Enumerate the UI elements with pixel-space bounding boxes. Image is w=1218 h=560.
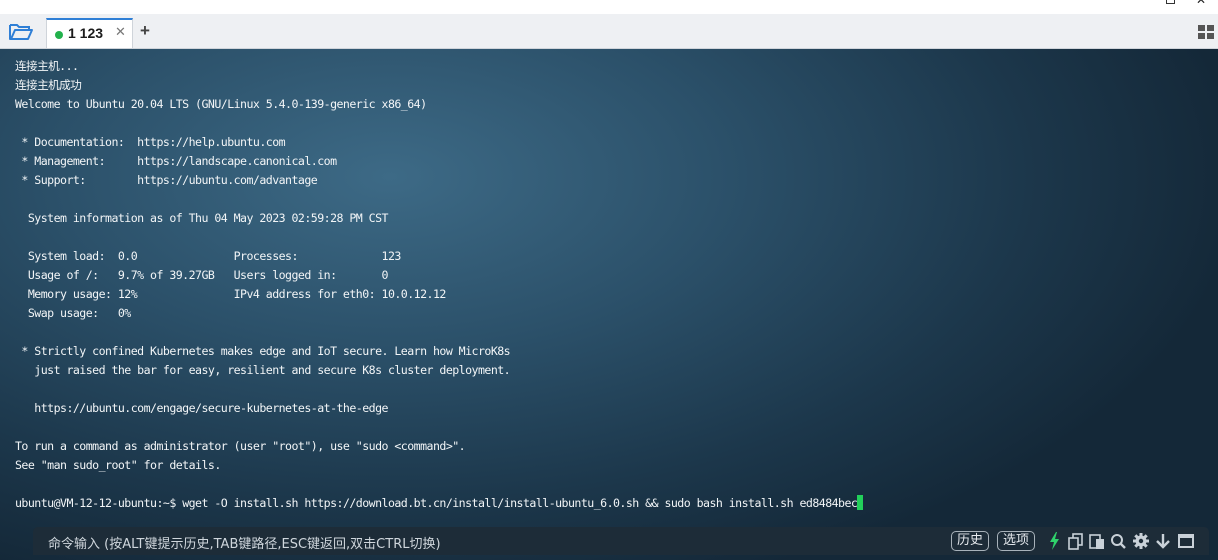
terminal-line: Usage of /: 9.7% of 39.27GB Users logged… — [15, 268, 389, 282]
terminal-line: * Management: https://landscape.canonica… — [15, 154, 337, 168]
close-icon[interactable]: ✕ — [115, 25, 126, 40]
terminal-line: * Documentation: https://help.ubuntu.com — [15, 135, 286, 149]
command-input[interactable]: 命令输入 (按ALT键提示历史,TAB键路径,ESC键返回,双击CTRL切换) — [48, 533, 441, 552]
connection-status-dot — [55, 31, 63, 39]
paste-icon[interactable] — [1087, 530, 1107, 552]
options-button[interactable]: 选项 — [997, 531, 1036, 551]
terminal-line: https://ubuntu.com/engage/secure-kuberne… — [15, 401, 388, 415]
terminal-line: System information as of Thu 04 May 2023… — [15, 211, 389, 225]
maximize-icon[interactable] — [1176, 530, 1196, 552]
terminal-line: See "man sudo_root" for details. — [15, 458, 221, 472]
typed-command: wget -O install.sh https://download.bt.c… — [182, 496, 858, 510]
search-icon[interactable] — [1109, 530, 1129, 552]
tab-bar: 1 123 ✕ + — [0, 14, 1218, 49]
tab-label: 1 123 — [68, 25, 104, 41]
terminal-area[interactable]: 连接主机... 连接主机成功 Welcome to Ubuntu 20.04 LTS… — [0, 49, 1218, 560]
arrow-down-icon[interactable] — [1153, 530, 1173, 552]
terminal-line: * Strictly confined Kubernetes makes edg… — [15, 344, 511, 358]
copy-icon[interactable] — [1066, 530, 1086, 552]
terminal-line: System load: 0.0 Processes: 123 — [15, 249, 402, 263]
window-close-icon[interactable]: ✕ — [1196, 0, 1206, 6]
terminal-line: * Support: https://ubuntu.com/advantage — [15, 173, 318, 187]
history-button[interactable]: 历史 — [951, 531, 990, 551]
tab-session[interactable]: 1 123 ✕ — [46, 18, 133, 48]
terminal-line: just raised the bar for easy, resilient … — [15, 363, 511, 377]
terminal-line: Swap usage: 0% — [15, 306, 131, 320]
shell-prompt: ubuntu@VM-12-12-ubuntu:~$ — [15, 496, 183, 510]
plus-icon[interactable]: + — [140, 21, 150, 41]
command-input-bar[interactable]: 命令输入 (按ALT键提示历史,TAB键路径,ESC键返回,双击CTRL切换) … — [33, 527, 1209, 555]
restore-icon[interactable] — [1166, 0, 1175, 4]
terminal-prompt-line: ubuntu@VM-12-12-ubuntu:~$ wget -O instal… — [15, 494, 864, 513]
folder-open-icon[interactable] — [8, 22, 34, 42]
gear-icon[interactable] — [1131, 530, 1151, 552]
window-top-strip: ✕ — [0, 0, 1218, 14]
terminal-line: To run a command as administrator (user … — [15, 439, 466, 453]
terminal-cursor — [857, 495, 864, 510]
lightning-icon[interactable] — [1045, 530, 1065, 552]
terminal-line: 连接主机成功 — [15, 78, 82, 92]
terminal-line: 连接主机... — [15, 59, 79, 73]
terminal-line: Welcome to Ubuntu 20.04 LTS (GNU/Linux 5… — [15, 97, 427, 111]
terminal-line: Memory usage: 12% IPv4 address for eth0:… — [15, 287, 447, 301]
grid-layout-icon[interactable] — [1198, 25, 1214, 39]
